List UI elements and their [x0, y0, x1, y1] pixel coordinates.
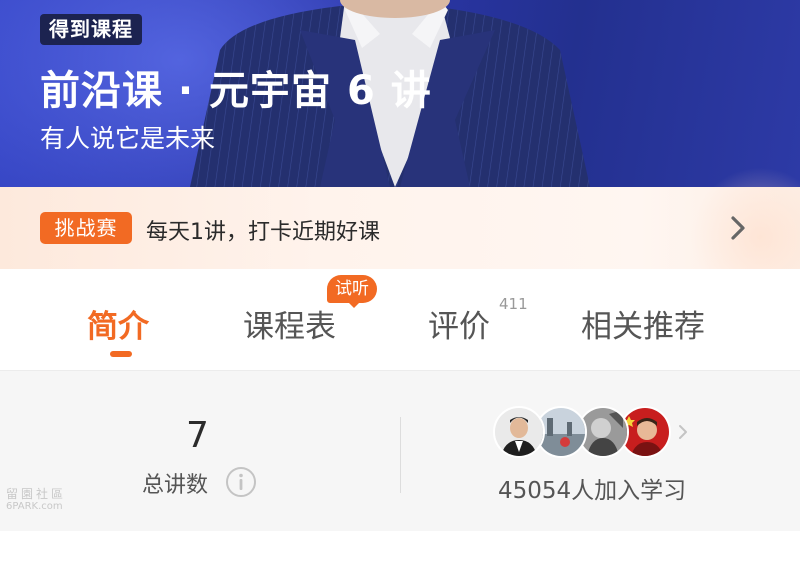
tab-schedule[interactable]: 课程表	[243, 301, 336, 346]
review-count: 411	[499, 295, 528, 313]
brand-badge: 得到课程	[40, 14, 142, 45]
trial-badge-tail	[347, 301, 361, 308]
learner-avatars[interactable]	[493, 406, 673, 458]
site-watermark: 留園社區 6PARK.com	[6, 487, 72, 515]
course-hero-banner: 得到课程 前沿课 · 元宇宙 6 讲 有人说它是未来	[0, 0, 800, 187]
lecture-count: 7	[186, 415, 209, 456]
course-subtitle: 有人说它是未来	[40, 124, 216, 153]
active-tab-indicator	[110, 351, 132, 357]
tab-intro[interactable]: 简介	[87, 301, 149, 346]
challenge-tag: 挑战赛	[40, 212, 132, 244]
chevron-right-icon[interactable]	[676, 421, 690, 443]
tab-reviews[interactable]: 评价	[428, 301, 490, 346]
course-stats: 7 总讲数 45054人加入学习	[0, 370, 800, 531]
course-title: 前沿课 · 元宇宙 6 讲	[40, 68, 432, 114]
info-icon[interactable]	[225, 466, 257, 498]
avatar	[493, 406, 545, 458]
lecture-count-label: 总讲数	[142, 473, 209, 498]
challenge-text: 每天1讲，打卡近期好课	[146, 220, 380, 245]
tab-related[interactable]: 相关推荐	[581, 301, 705, 346]
stats-divider	[400, 417, 401, 493]
content-area	[0, 531, 800, 561]
watermark-line2: 6PARK.com	[6, 501, 63, 512]
challenge-banner[interactable]: 挑战赛 每天1讲，打卡近期好课	[0, 167, 800, 307]
course-tabs: 简介 课程表 试听 评价 411 相关推荐	[0, 269, 800, 369]
trial-badge: 试听	[327, 275, 377, 303]
learner-count: 45054人加入学习	[498, 478, 687, 504]
course-page: 得到课程 前沿课 · 元宇宙 6 讲 有人说它是未来 挑战赛 每天1讲，打卡近期…	[0, 0, 800, 561]
chevron-right-icon[interactable]	[725, 210, 751, 246]
watermark-line1: 留園社區	[6, 487, 67, 501]
